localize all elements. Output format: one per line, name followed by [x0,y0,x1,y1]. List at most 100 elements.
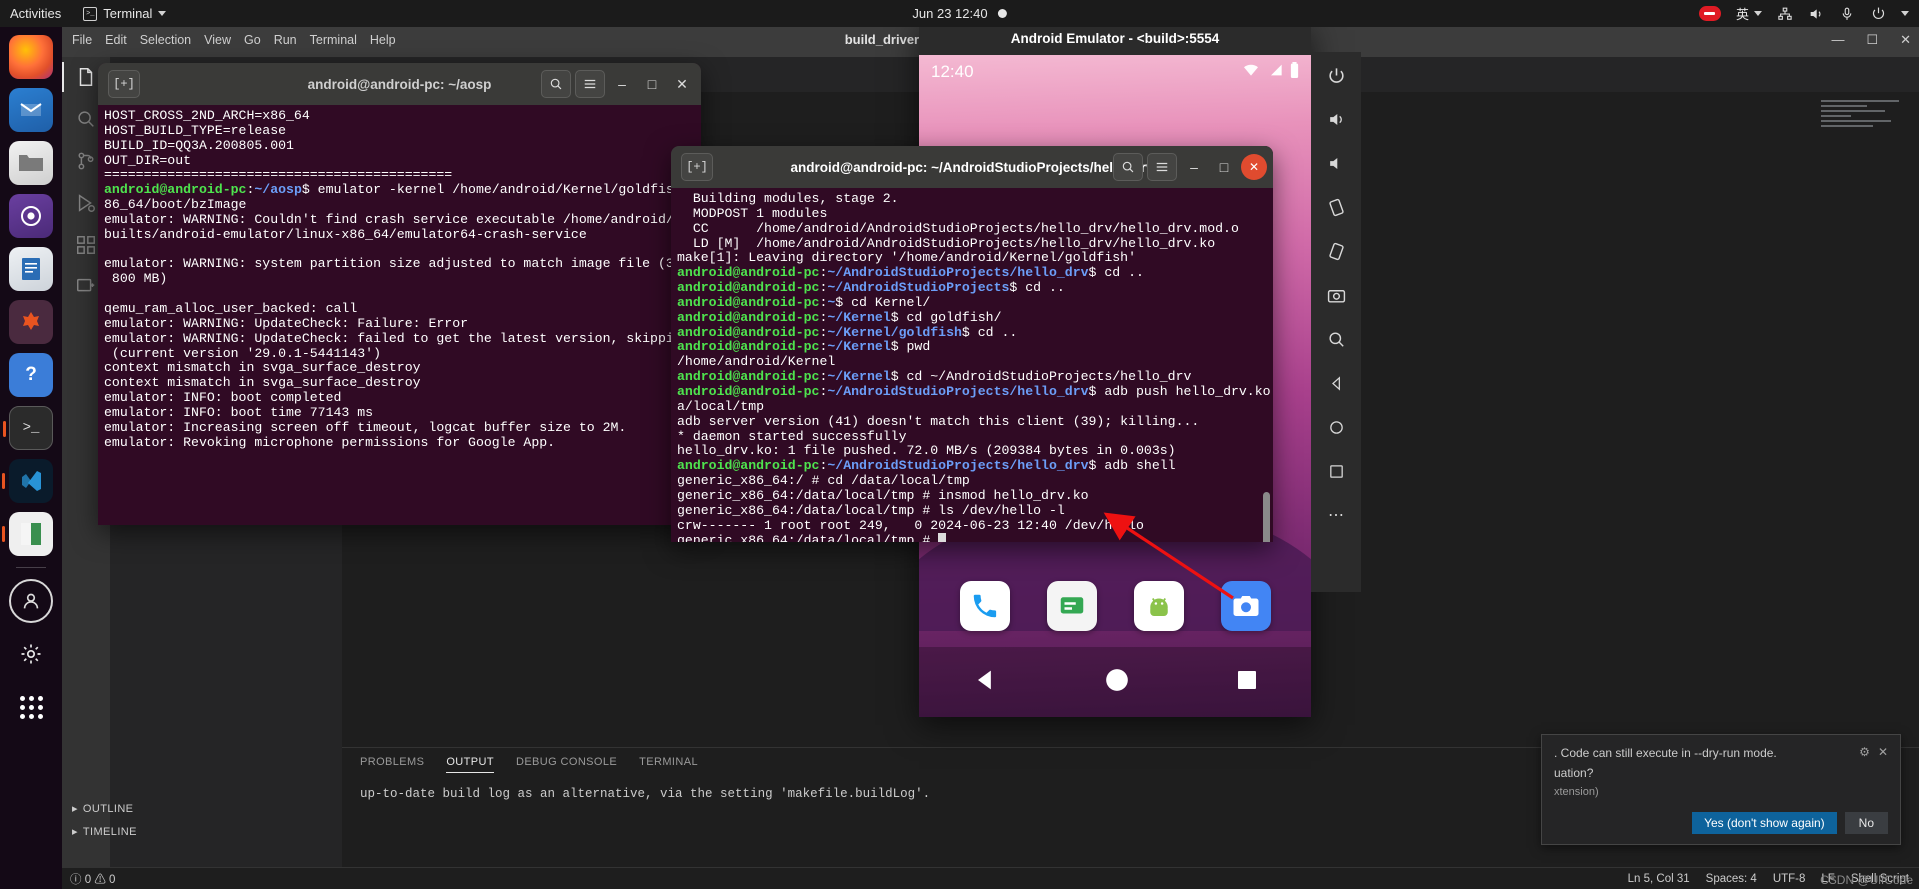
menu-file[interactable]: File [72,33,92,47]
rotate-left-icon[interactable] [1323,194,1349,220]
microphone-icon[interactable] [1839,6,1855,22]
more-icon[interactable]: ⋯ [1323,502,1349,528]
rotate-right-icon[interactable] [1323,238,1349,264]
power-icon[interactable] [1323,62,1349,88]
minimize-icon[interactable]: – [1181,154,1207,180]
close-icon[interactable]: ✕ [669,71,695,97]
vscode-menubar[interactable]: File Edit Selection View Go Run Terminal… [62,33,396,47]
screenshot-icon[interactable] [1323,282,1349,308]
vscode-maximize-button[interactable]: ☐ [1866,32,1878,48]
back-icon[interactable] [1323,370,1349,396]
terminal-window-aosp[interactable]: [+] android@android-pc: ~/aosp – □ ✕ HOS… [98,63,701,525]
dock-item-libreoffice-writer[interactable] [9,247,53,291]
topbar-system-tray[interactable]: 英 [1698,4,1909,23]
dock-item-text-editor[interactable] [2,512,53,556]
editor-minimap[interactable] [1821,100,1905,160]
volume-down-icon[interactable] [1323,150,1349,176]
volume-icon[interactable] [1808,6,1824,22]
terminal2-scrollbar[interactable] [1263,492,1270,542]
terminal2-controls[interactable]: – □ ✕ [1113,153,1267,181]
terminal1-controls[interactable]: – □ ✕ [541,70,695,98]
dock-item-vscode[interactable] [2,459,53,503]
menu-view[interactable]: View [204,33,231,47]
terminal1-titlebar[interactable]: [+] android@android-pc: ~/aosp – □ ✕ [98,63,701,105]
zoom-icon[interactable] [1323,326,1349,352]
panel-tab-terminal[interactable]: TERMINAL [639,756,698,773]
home-button[interactable] [1104,667,1130,698]
stop-recording-icon[interactable] [1698,6,1721,21]
terminal2-titlebar[interactable]: [+] android@android-pc: ~/AndroidStudioP… [671,146,1273,188]
panel-tab-output[interactable]: OUTPUT [446,756,494,773]
topbar-clock[interactable]: Jun 23 12:40 [912,6,1007,21]
vscode-notification-toast[interactable]: . Code can still execute in --dry-run mo… [1541,733,1901,845]
volume-up-icon[interactable] [1323,106,1349,132]
dock-item-ubuntu-software[interactable] [9,300,53,344]
menu-edit[interactable]: Edit [105,33,127,47]
gear-icon[interactable]: ⚙ [1859,745,1870,759]
search-icon[interactable] [541,70,571,98]
menu-run[interactable]: Run [274,33,297,47]
notification-no-button[interactable]: No [1844,812,1888,834]
notification-yes-button[interactable]: Yes (don't show again) [1692,812,1837,834]
sidebar-section-outline[interactable]: ▸ OUTLINE [62,797,294,820]
close-icon[interactable]: ✕ [1878,745,1888,759]
hamburger-menu-icon[interactable] [1147,153,1177,181]
status-problems[interactable]: ⓘ 0 ⚠ 0 [70,871,115,887]
vscode-sidebar-sections[interactable]: ▸ OUTLINE ▸ TIMELINE [62,797,294,843]
panel-tab-problems[interactable]: PROBLEMS [360,756,424,773]
minimize-icon[interactable]: – [609,71,635,97]
overview-icon[interactable] [1323,458,1349,484]
search-icon[interactable] [74,107,98,131]
panel-tab-debug-console[interactable]: DEBUG CONSOLE [516,756,617,773]
run-debug-icon[interactable] [74,191,98,215]
close-icon[interactable]: ✕ [1241,154,1267,180]
chevron-down-icon[interactable] [1901,11,1909,16]
explorer-icon[interactable] [62,62,98,92]
messages-app-icon[interactable] [1046,581,1097,631]
dock-item-terminal[interactable]: >_ [3,406,53,450]
emulator-side-toolbar[interactable]: ⋯ [1311,52,1361,592]
hamburger-menu-icon[interactable] [575,70,605,98]
maximize-icon[interactable]: □ [639,71,665,97]
phone-app-icon[interactable] [959,581,1010,631]
home-icon[interactable] [1323,414,1349,440]
search-icon[interactable] [1113,153,1143,181]
ubuntu-dock[interactable]: ? >_ [0,27,62,889]
camera-app-icon[interactable] [1220,581,1271,631]
dock-item-files[interactable] [9,141,53,185]
extensions-icon[interactable] [74,233,98,257]
vscode-close-button[interactable]: ✕ [1900,32,1911,48]
status-encoding[interactable]: UTF-8 [1773,873,1806,885]
vscode-statusbar[interactable]: ⓘ 0 ⚠ 0 Ln 5, Col 31 Spaces: 4 UTF-8 LF … [62,867,1919,889]
dock-item-firefox[interactable] [9,35,53,79]
remote-explorer-icon[interactable] [74,275,98,299]
topbar-app-menu[interactable]: >_ Terminal [75,6,174,21]
back-button[interactable] [971,666,999,699]
vscode-minimize-button[interactable]: — [1831,32,1844,48]
terminal2-body[interactable]: Building modules, stage 2. MODPOST 1 mod… [671,188,1273,542]
recents-button[interactable] [1235,668,1259,697]
new-tab-icon[interactable]: [+] [681,153,713,181]
gnome-topbar[interactable]: Activities >_ Terminal Jun 23 12:40 英 [0,0,1919,27]
vscode-window-controls[interactable]: — ☐ ✕ [1831,32,1911,48]
activities-button[interactable]: Activities [0,6,75,21]
menu-terminal[interactable]: Terminal [310,33,357,47]
emulator-navbar[interactable] [919,647,1311,717]
status-indentation[interactable]: Spaces: 4 [1706,873,1757,885]
ime-indicator[interactable]: 英 [1736,4,1762,23]
status-cursor-position[interactable]: Ln 5, Col 31 [1628,873,1690,885]
terminal1-body[interactable]: HOST_CROSS_2ND_ARCH=x86_64 HOST_BUILD_TYP… [98,105,701,525]
sidebar-section-timeline[interactable]: ▸ TIMELINE [62,820,294,843]
new-tab-icon[interactable]: [+] [108,70,140,98]
terminal-window-hello-drv[interactable]: [+] android@android-pc: ~/AndroidStudioP… [671,146,1273,542]
dock-item-show-applications[interactable] [9,685,53,729]
menu-go[interactable]: Go [244,33,261,47]
emulator-app-dock[interactable] [919,581,1311,631]
maximize-icon[interactable]: □ [1211,154,1237,180]
dock-item-help[interactable]: ? [9,353,53,397]
play-store-app-icon[interactable] [1133,581,1184,631]
dock-item-settings[interactable] [9,632,53,676]
power-icon[interactable] [1870,6,1886,22]
menu-help[interactable]: Help [370,33,396,47]
dock-item-user[interactable] [9,579,53,623]
